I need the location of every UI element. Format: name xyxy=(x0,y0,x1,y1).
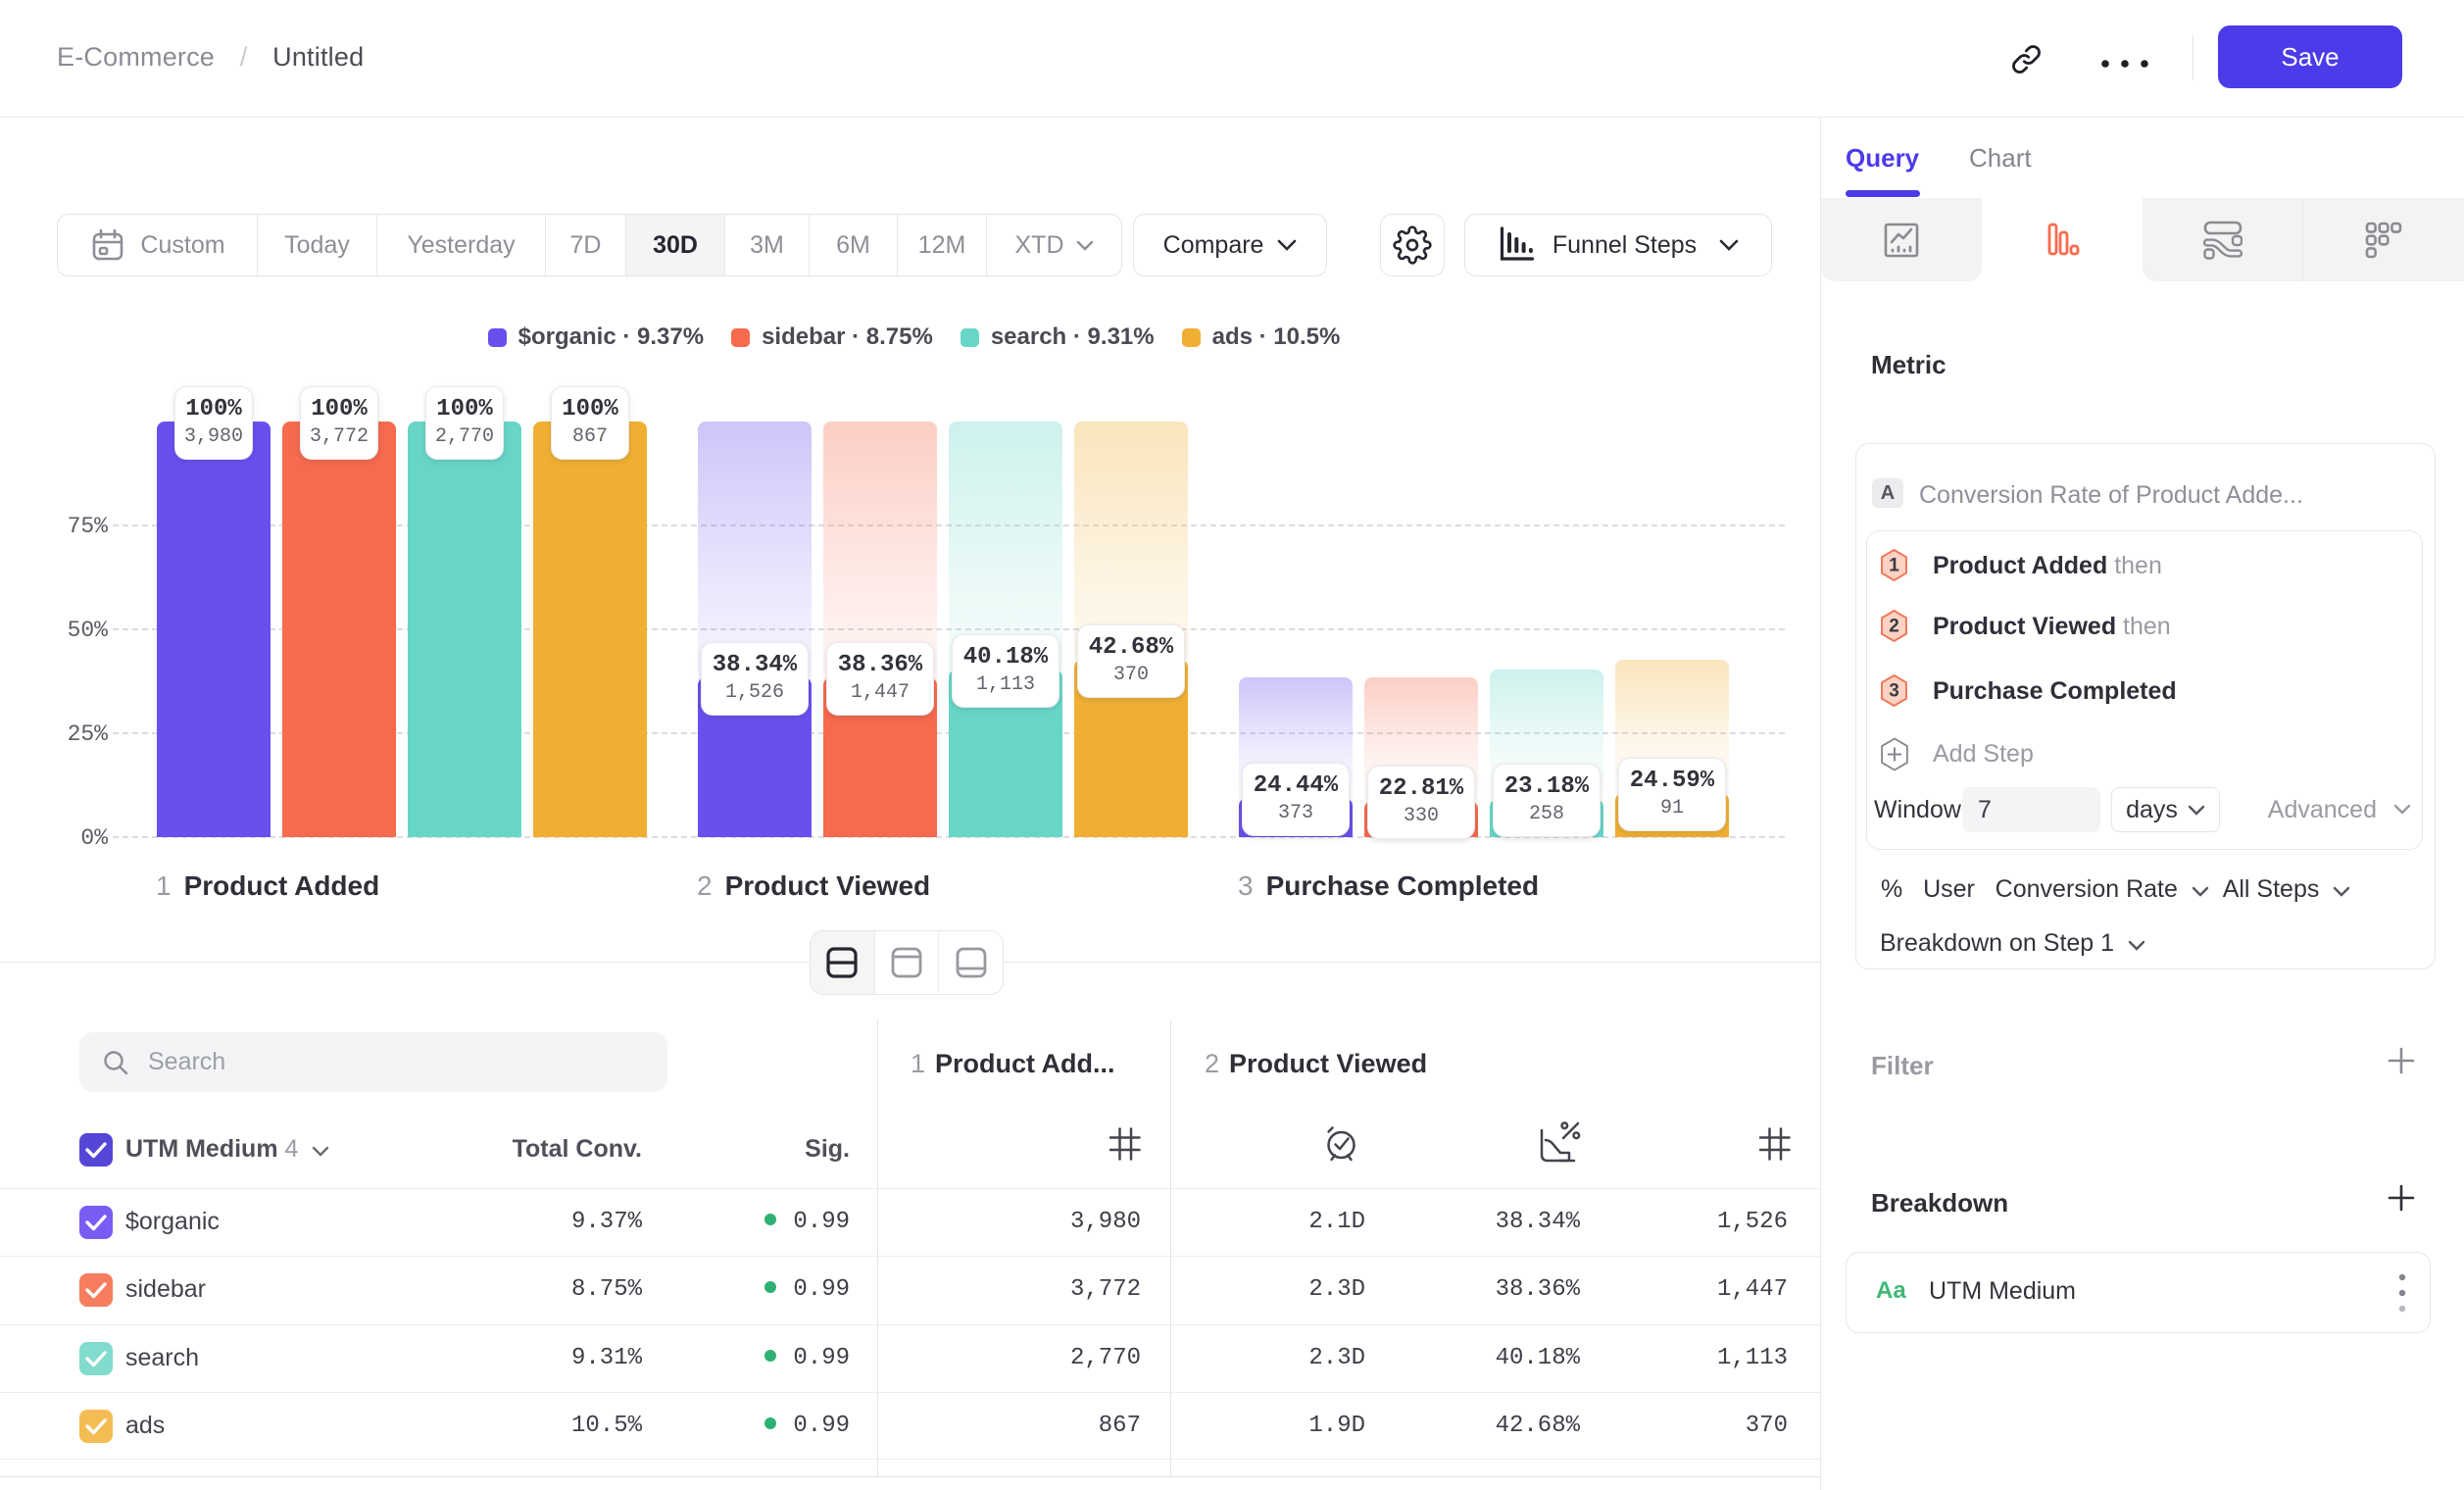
svg-text:3: 3 xyxy=(1889,681,1899,702)
svg-text:1: 1 xyxy=(1889,556,1899,576)
svg-text:2: 2 xyxy=(1889,617,1899,637)
